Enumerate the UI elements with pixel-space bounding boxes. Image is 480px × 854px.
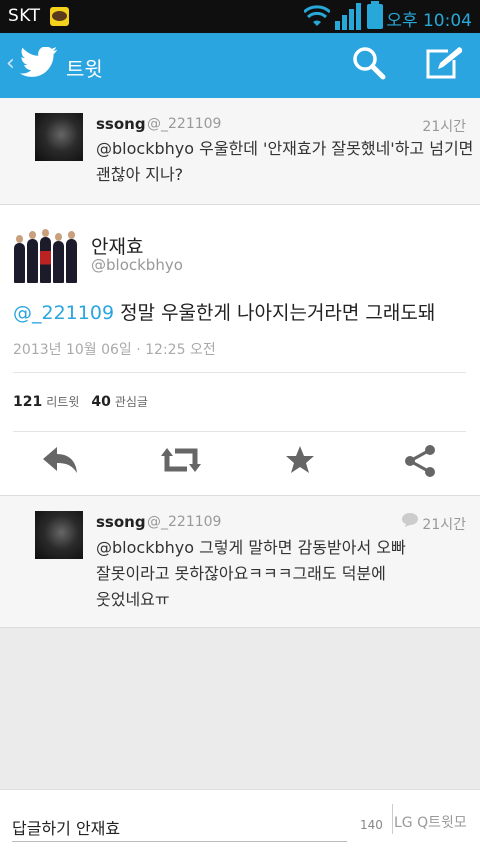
- wifi-icon: [304, 5, 330, 26]
- battery-icon: [367, 1, 383, 29]
- avatar[interactable]: [35, 511, 83, 559]
- user-handle: @blockbhyo: [91, 256, 183, 274]
- status-clock: 오후 10:04: [386, 11, 472, 31]
- retweet-icon[interactable]: [161, 445, 201, 475]
- action-bar: ‹ 트윗: [0, 33, 480, 98]
- share-icon[interactable]: [404, 445, 436, 477]
- divider: [13, 431, 466, 432]
- status-bar: SKT 오후 10:04: [0, 0, 480, 33]
- retweet-label: 리트윗: [46, 395, 80, 409]
- tweet-time: 21시간: [422, 119, 466, 135]
- tweet-text-line: @blockbhyo 그렇게 말하면 감동받아서 오빠: [96, 538, 406, 557]
- tweet-body: 정말 우울한게 나아지는거라면 그래도돼: [114, 302, 436, 324]
- reply-composer: 140 LG Q트윗모: [0, 789, 480, 854]
- search-icon[interactable]: [352, 46, 386, 80]
- tweet-text: @_221109 정말 우울한게 나아지는거라면 그래도돼: [13, 298, 435, 325]
- twitter-bird-icon[interactable]: [20, 47, 58, 79]
- divider: [13, 372, 466, 373]
- user-handle: @_221109: [147, 116, 222, 132]
- reply-input[interactable]: [12, 812, 347, 842]
- main-tweet: 안재효 @blockbhyo @_221109 정말 우울한게 나아지는거라면 …: [0, 205, 480, 495]
- char-count: 140: [360, 818, 383, 832]
- tweet-text-line: 잘못이라고 못하잖아요ㅋㅋㅋ그래도 덕분에: [96, 564, 386, 583]
- back-chevron-icon[interactable]: ‹: [6, 51, 15, 76]
- tweet-stats: 121 리트윗 40 관심글: [13, 393, 160, 410]
- mention-link[interactable]: @_221109: [13, 302, 114, 324]
- favorite-label: 관심글: [114, 395, 148, 409]
- tweet-text-line: @blockbhyo 우울한데 '안재효가 잘못했네'하고 넘기면: [96, 139, 474, 158]
- divider: [392, 804, 393, 834]
- conversation-bubble-icon: [402, 513, 418, 527]
- send-button[interactable]: LG Q트윗모: [394, 812, 467, 832]
- reply-icon[interactable]: [43, 445, 79, 475]
- avatar[interactable]: [35, 113, 83, 161]
- user-name: ssong: [96, 513, 146, 531]
- tweet-text-line: 웃었네요ㅠ: [96, 590, 170, 609]
- tweet-text: @blockbhyo 우울한데 '안재효가 잘못했네'하고 넘기면 괜찮아 지나…: [96, 136, 476, 188]
- signal-icon: [335, 3, 361, 30]
- tweet-time: 21시간: [422, 517, 466, 533]
- kakaotalk-icon: [50, 7, 69, 26]
- user-handle: @_221109: [147, 514, 222, 530]
- screen-title: 트윗: [66, 57, 103, 81]
- favorite-count[interactable]: 40: [91, 394, 110, 410]
- user-name: 안재효: [91, 236, 144, 258]
- favorite-star-icon[interactable]: [285, 445, 315, 475]
- compose-icon[interactable]: [424, 46, 464, 80]
- carrier-label: SKT: [8, 6, 41, 26]
- tweet-date: 2013년 10월 06일 · 12:25 오전: [13, 342, 216, 358]
- retweet-count[interactable]: 121: [13, 394, 42, 410]
- tweet-text-line: 괜찮아 지나?: [96, 165, 184, 184]
- tweet-text: @blockbhyo 그렇게 말하면 감동받아서 오빠 잘못이라고 못하잖아요ㅋ…: [96, 535, 476, 613]
- avatar[interactable]: [12, 229, 78, 283]
- reply-above-card[interactable]: ssong @_221109 21시간 @blockbhyo 우울한데 '안재효…: [0, 98, 480, 205]
- reply-below-card[interactable]: ssong @_221109 21시간 @blockbhyo 그렇게 말하면 감…: [0, 495, 480, 628]
- user-name: ssong: [96, 115, 146, 133]
